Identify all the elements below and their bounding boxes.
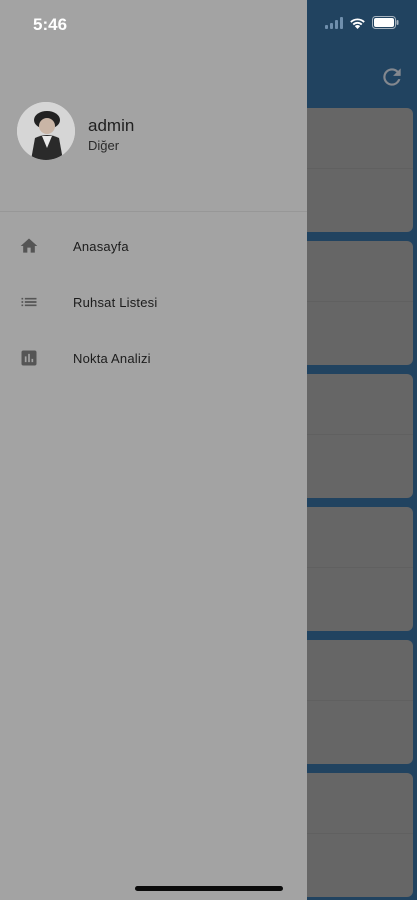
status-icons: [325, 16, 399, 29]
navigation-drawer: admin Diğer Anasayfa Ruhsat Listesi Nokt…: [0, 0, 307, 900]
user-role: Diğer: [88, 138, 120, 153]
wifi-icon: [350, 17, 365, 29]
app-screen: 5:46 admin Diğer Anasayfa Ruhsat Listesi…: [0, 0, 417, 900]
menu-item-label: Ruhsat Listesi: [73, 294, 158, 310]
battery-icon: [372, 16, 399, 29]
home-indicator[interactable]: [135, 886, 283, 891]
status-bar: 5:46: [0, 0, 417, 50]
signal-icon: [325, 16, 343, 29]
menu-item-anasayfa[interactable]: Anasayfa: [0, 218, 307, 274]
menu-item-ruhsat-listesi[interactable]: Ruhsat Listesi: [0, 274, 307, 330]
user-name: admin: [88, 116, 135, 135]
avatar[interactable]: [17, 102, 75, 160]
list-icon: [18, 291, 40, 313]
menu-item-label: Anasayfa: [73, 238, 129, 254]
menu-item-label: Nokta Analizi: [73, 350, 151, 366]
drawer-menu: Anasayfa Ruhsat Listesi Nokta Analizi: [0, 218, 307, 386]
home-icon: [18, 235, 40, 257]
avatar-photo: [17, 102, 75, 160]
menu-item-nokta-analizi[interactable]: Nokta Analizi: [0, 330, 307, 386]
status-time: 5:46: [33, 15, 68, 34]
bar-chart-icon: [18, 347, 40, 369]
